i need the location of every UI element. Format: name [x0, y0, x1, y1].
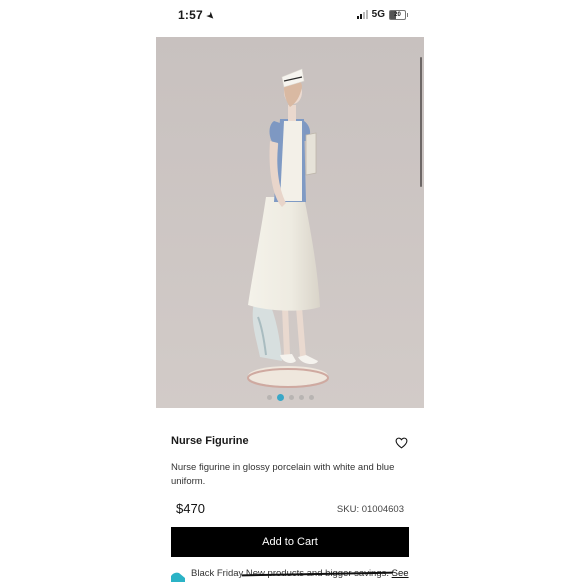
image-scroll-indicator [420, 57, 422, 187]
promo-struck-text: New products and bigger savings. [245, 568, 390, 579]
cellular-signal-icon [356, 10, 368, 19]
nurse-figurine-image [156, 37, 424, 408]
promo-see-link[interactable]: See [392, 568, 409, 579]
add-to-cart-button[interactable]: Add to Cart [171, 527, 409, 557]
product-image-gallery[interactable] [156, 37, 424, 408]
promo-prefix: Black Friday [191, 568, 244, 579]
status-time: 1:57➤ [178, 8, 218, 24]
gallery-dot[interactable] [266, 395, 272, 400]
product-description: Nurse figurine in glossy porcelain with … [171, 462, 395, 487]
battery-icon: 20 [389, 9, 408, 20]
gallery-dot[interactable] [288, 395, 294, 400]
gallery-dot-active[interactable] [276, 394, 284, 401]
status-bar: 1:57➤ 5G 20 [156, 0, 424, 30]
network-label: 5G [371, 9, 385, 20]
location-arrow-icon: ➤ [203, 9, 218, 24]
product-title: Nurse Figurine [171, 435, 249, 447]
tag-icon [171, 572, 185, 582]
status-indicators: 5G 20 [356, 9, 408, 20]
battery-percent: 20 [394, 11, 401, 18]
heart-icon[interactable] [395, 437, 408, 449]
promo-banner: Black Friday New products and bigger sav… [171, 567, 411, 582]
gallery-dot[interactable] [298, 395, 304, 400]
product-price: $470 [176, 501, 205, 516]
gallery-dot[interactable] [308, 395, 314, 400]
time-label: 1:57 [178, 8, 203, 22]
gallery-pagination[interactable] [0, 394, 580, 401]
product-sku: SKU: 01004603 [336, 504, 404, 515]
